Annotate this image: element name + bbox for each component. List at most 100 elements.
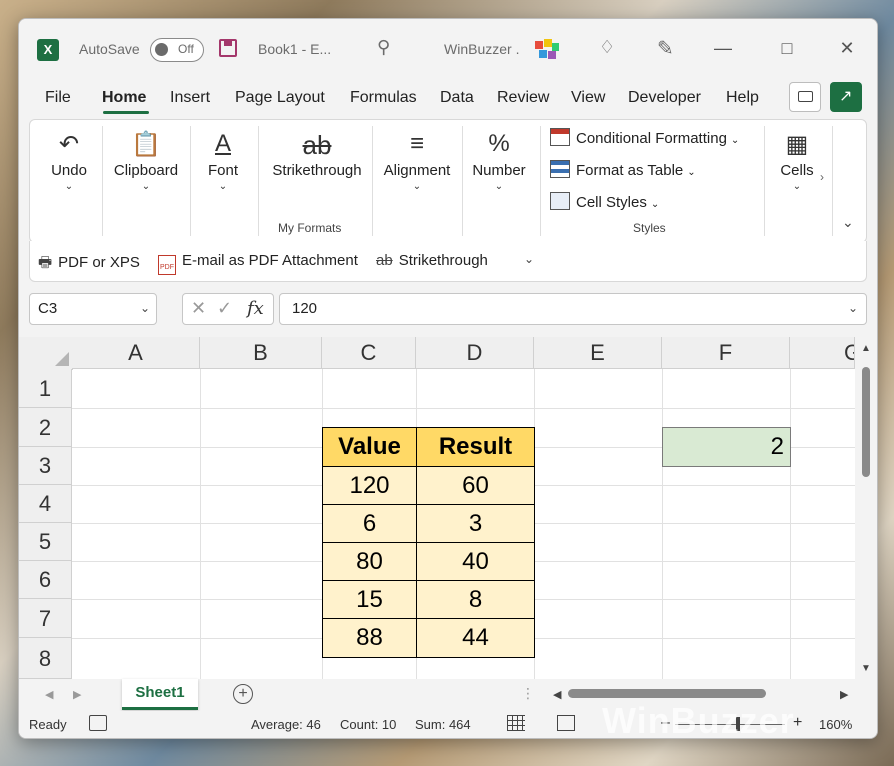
autosave-toggle[interactable]: Off <box>150 38 204 62</box>
cell-d2[interactable]: Result <box>416 427 535 467</box>
scroll-up-icon[interactable]: ▲ <box>861 343 871 354</box>
page-layout-view-icon[interactable] <box>557 715 575 731</box>
share-button[interactable] <box>830 82 862 112</box>
tab-help[interactable]: Help <box>726 89 759 107</box>
undo-button[interactable]: ↶ Undo ⌄ <box>44 130 94 192</box>
pen-icon[interactable]: ✎ <box>657 36 674 61</box>
format-as-table-button[interactable]: Format as Table ⌄ <box>550 160 696 182</box>
ribbon-scroll-right-icon[interactable]: › <box>820 170 824 184</box>
cell-c7[interactable]: 88 <box>322 618 417 658</box>
worksheet-grid[interactable]: A B C D E F G 1 2 3 4 5 6 7 8 Value Resu… <box>19 337 855 679</box>
enter-icon[interactable]: ✓ <box>217 298 232 319</box>
tab-review[interactable]: Review <box>497 89 549 107</box>
active-tab-indicator <box>103 111 149 114</box>
cancel-icon[interactable]: ✕ <box>191 298 206 319</box>
cell-c2[interactable]: Value <box>322 427 417 467</box>
cells-button[interactable]: ▦ Cells ⌄ <box>772 130 822 192</box>
column-header-e[interactable]: E <box>534 337 662 369</box>
cell-c6[interactable]: 15 <box>322 580 417 619</box>
formula-input[interactable]: 120 ⌄ <box>279 293 867 325</box>
cell-d5[interactable]: 40 <box>416 542 535 581</box>
select-all-corner[interactable] <box>19 337 73 370</box>
tab-page-layout[interactable]: Page Layout <box>235 89 325 107</box>
insert-function-icon[interactable]: fx <box>247 298 264 319</box>
tab-data[interactable]: Data <box>440 89 474 107</box>
printer-icon: 🖶 <box>38 254 53 271</box>
clipboard-button[interactable]: 📋 Clipboard ⌄ <box>108 130 184 192</box>
column-header-a[interactable]: A <box>72 337 200 369</box>
column-header-c[interactable]: C <box>322 337 416 369</box>
scroll-left-icon[interactable]: ◀ <box>553 688 561 701</box>
horizontal-scroll-thumb[interactable] <box>568 689 766 698</box>
add-sheet-icon[interactable]: + <box>233 684 253 704</box>
tab-insert[interactable]: Insert <box>170 89 210 107</box>
row-header-6[interactable]: 6 <box>19 561 72 599</box>
scroll-down-icon[interactable]: ▼ <box>861 663 871 674</box>
toggle-knob <box>155 43 168 56</box>
tab-developer[interactable]: Developer <box>628 89 701 107</box>
row-header-1[interactable]: 1 <box>19 369 72 408</box>
row-header-3[interactable]: 3 <box>19 447 72 485</box>
row-header-8[interactable]: 8 <box>19 638 72 679</box>
cell-styles-button[interactable]: Cell Styles ⌄ <box>550 192 659 214</box>
row-header-4[interactable]: 4 <box>19 485 72 523</box>
column-header-g[interactable]: G <box>790 337 855 369</box>
tab-file[interactable]: File <box>45 89 71 107</box>
name-box[interactable]: C3 ⌄ <box>29 293 157 325</box>
search-icon[interactable]: ⚲ <box>377 37 390 58</box>
column-header-d[interactable]: D <box>416 337 534 369</box>
cell-d6[interactable]: 8 <box>416 580 535 619</box>
cell-c5[interactable]: 80 <box>322 542 417 581</box>
sheet-tab-sheet1[interactable]: Sheet1 <box>122 679 198 710</box>
pdf-xps-button[interactable]: 🖶 PDF or XPS <box>38 252 140 277</box>
conditional-formatting-button[interactable]: Conditional Formatting ⌄ <box>550 128 739 150</box>
row-header-7[interactable]: 7 <box>19 599 72 638</box>
normal-view-icon[interactable] <box>507 715 525 731</box>
save-icon[interactable] <box>219 39 237 57</box>
status-average[interactable]: Average: 46 <box>251 717 321 732</box>
chevron-down-icon[interactable]: ⌄ <box>140 301 150 315</box>
grid-line <box>662 369 663 679</box>
minimize-button[interactable]: — <box>703 33 743 63</box>
cell-c4[interactable]: 6 <box>322 504 417 543</box>
column-header-b[interactable]: B <box>200 337 322 369</box>
scroll-right-icon[interactable]: ▶ <box>840 688 848 701</box>
workbook-title[interactable]: Book1 - E... <box>258 41 331 57</box>
tab-split-handle[interactable]: ⋮ <box>521 685 535 702</box>
premium-diamond-icon[interactable]: ♢ <box>599 37 615 58</box>
number-button[interactable]: % Number ⌄ <box>466 130 532 192</box>
email-pdf-button[interactable]: PDF E-mail as PDF Attachment <box>158 252 358 275</box>
comments-button[interactable] <box>789 82 821 112</box>
tab-home[interactable]: Home <box>102 89 146 107</box>
accessibility-icon[interactable] <box>89 715 107 731</box>
status-count[interactable]: Count: 10 <box>340 717 396 732</box>
close-button[interactable]: ✕ <box>827 33 867 63</box>
qat-strikethrough-button[interactable]: ab Strikethrough <box>376 252 488 269</box>
next-sheet-icon[interactable]: ▶ <box>73 688 81 701</box>
cell-c3[interactable]: 120 <box>322 466 417 505</box>
maximize-button[interactable]: □ <box>767 33 807 63</box>
ribbon-separator <box>540 126 541 236</box>
cell-d3[interactable]: 60 <box>416 466 535 505</box>
winbuzzer-cube-icon <box>535 39 559 59</box>
tab-view[interactable]: View <box>571 89 605 107</box>
vertical-scroll-thumb[interactable] <box>862 367 870 477</box>
status-sum[interactable]: Sum: 464 <box>415 717 471 732</box>
prev-sheet-icon[interactable]: ◀ <box>45 688 53 701</box>
cell-d7[interactable]: 44 <box>416 618 535 658</box>
column-header-f[interactable]: F <box>662 337 790 369</box>
cell-f2[interactable]: 2 <box>662 427 791 467</box>
account-name[interactable]: WinBuzzer . <box>444 41 519 57</box>
ribbon-collapse-icon[interactable]: ⌄ <box>842 214 854 231</box>
expand-formula-bar-icon[interactable]: ⌄ <box>848 301 858 315</box>
cell-d4[interactable]: 3 <box>416 504 535 543</box>
row-header-2[interactable]: 2 <box>19 408 72 447</box>
alignment-button[interactable]: ≡ Alignment ⌄ <box>378 130 456 192</box>
zoom-level[interactable]: 160% <box>819 717 852 732</box>
vertical-scrollbar[interactable]: ▲ ▼ <box>857 337 877 679</box>
row-header-5[interactable]: 5 <box>19 523 72 561</box>
font-button[interactable]: A Font ⌄ <box>198 130 248 192</box>
tab-formulas[interactable]: Formulas <box>350 89 417 107</box>
strikethrough-button[interactable]: ab Strikethrough <box>262 130 372 179</box>
customize-qat-icon[interactable]: ⌄ <box>524 252 534 266</box>
